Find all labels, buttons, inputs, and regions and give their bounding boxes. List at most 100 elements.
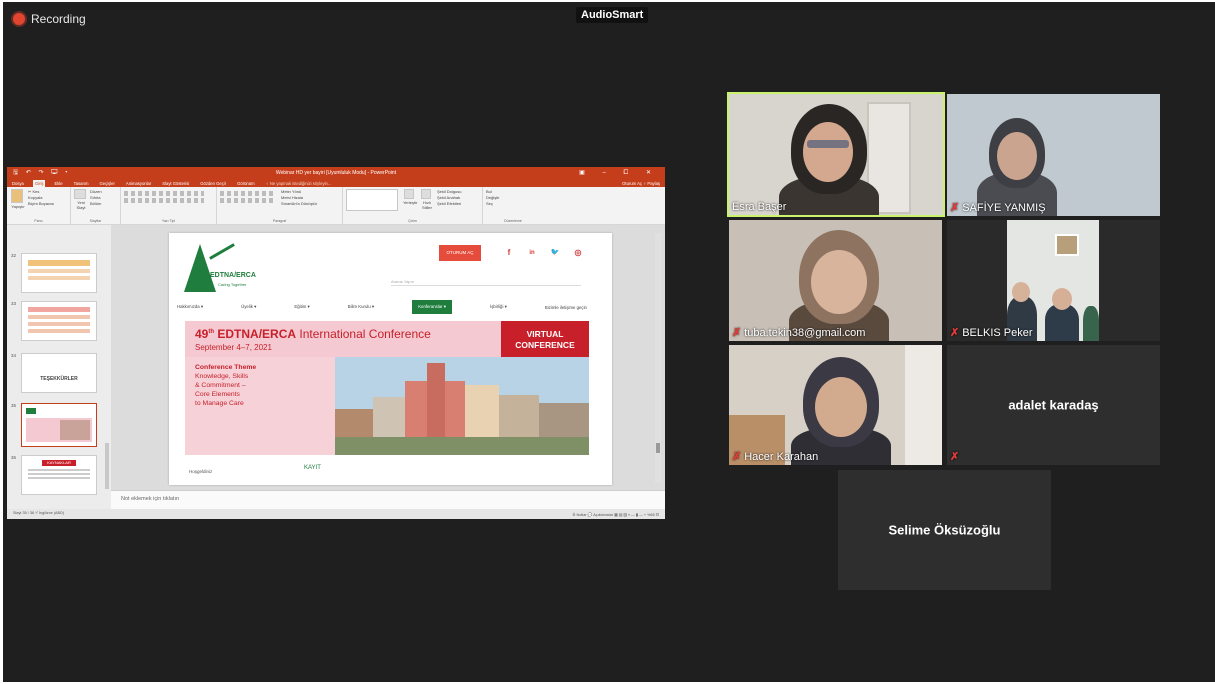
paste-icon[interactable] [11,189,23,203]
thumb-number: 33 [11,301,17,306]
account-share[interactable]: Oturum Aç ♀ Paylaş [620,180,662,187]
slide-canvas[interactable]: EDTNA/ERCA Caring Together OTURUM AÇ f i… [169,233,612,485]
thumb-number: 36 [11,455,17,460]
shape-effects-button[interactable]: Şekil Efektleri [437,201,461,207]
nav-item-cooperation[interactable]: İşbirliği ▾ [490,304,507,310]
tab-slayt-gosterisi[interactable]: Slayt Gösterisi [160,180,191,187]
notes-pane[interactable]: Not eklemek için tıklatın [111,490,665,509]
muted-mic-icon: ✗ [950,202,960,214]
slide-thumbnail-34[interactable]: TEŞEKKÜRLER [21,353,97,393]
slide-thumbnail-35[interactable] [21,403,97,447]
thumb-number: 34 [11,353,17,358]
quick-styles-icon[interactable] [421,189,431,199]
search-input[interactable]: Arama Yapın [391,279,414,284]
thumb-number: 35 [11,403,17,408]
register-link[interactable]: KAYIT [304,465,321,471]
logo-tagline: Caring Together [218,282,247,287]
participant-tile-selime[interactable]: Selime Öksüzoğlu [838,470,1051,590]
status-right[interactable]: ≜ Notlar 💬 Açıklamalar ▦ ▤ ▥ ▿ — ▮ — + %… [572,512,659,517]
twitter-icon[interactable]: 🐦 [548,246,562,260]
ribbon-group-slides: Yeni Slayt Düzen Sıfırla Bölüm Slaytlar [71,187,121,224]
window-controls[interactable]: ▣ – ⧠ ✕ [579,169,659,177]
muted-mic-icon: ✗ [732,327,742,339]
participant-tile-esra[interactable]: Esra Başer [727,92,945,217]
slide-thumbnail-36[interactable]: KAYNAKLAR [21,455,97,495]
tab-animasyonlar[interactable]: Animasyonlar [124,180,153,187]
ribbon-group-clipboard: Yapıştır ✂ Kes Kopyala Biçim Boyacısı Pa… [7,187,71,224]
conference-theme: Conference Theme Knowledge, Skills & Com… [195,364,257,407]
virtual-conference-badge: VIRTUAL CONFERENCE [501,321,589,359]
linkedin-icon[interactable]: in [525,246,539,260]
logo-name: EDTNA/ERCA [210,272,256,279]
recording-indicator: Recording [13,12,86,26]
slide-thumbnail-pane: 32 33 34 TEŞEKKÜRLER 35 36 KAYNAKLAR [7,225,111,509]
tab-gozden-gecir[interactable]: Gözden Geçir [198,180,228,187]
conference-banner[interactable]: 49th EDTNA/ERCA International Conference… [185,321,589,455]
tab-ekle[interactable]: Ekle [52,180,64,187]
select-button[interactable]: Seç [486,201,540,207]
meeting-stage: Recording AudioSmart 🖫 ↶ ↷ 🖵 ▾ Webinar H… [3,2,1215,682]
slide-thumbnail-33[interactable] [21,301,97,341]
participant-mic: ✗ [950,450,959,463]
ribbon-group-label: Çizim [408,219,417,223]
thumb-number: 32 [11,253,17,258]
ribbon-group-paragraph: Metin Yönü Metni Hizala SmartArt'a Dönüş… [217,187,343,224]
tab-dosya[interactable]: Dosya [10,180,26,187]
muted-mic-icon: ✗ [950,327,960,339]
nav-item-science[interactable]: Bilim Kurulu ▾ [348,304,374,310]
ribbon-group-label: Paragraf [272,219,287,223]
new-slide-icon[interactable] [74,189,86,199]
format-painter-button[interactable]: Biçim Boyacısı [28,201,54,207]
facebook-icon[interactable]: f [502,246,516,260]
tab-giris[interactable]: Giriş [32,180,46,187]
shapes-gallery[interactable] [346,189,398,211]
nav-item-about[interactable]: Hakkımızda ▾ [177,304,203,310]
status-left: Slayt 35 / 36 🗈 İngilizce (ABD) [13,511,65,515]
arrange-button[interactable]: Yerleştir [403,200,417,205]
banner-title: 49th EDTNA/ERCA International Conference [195,327,431,341]
recording-label: Recording [31,12,86,26]
slide-thumbnail-32[interactable] [21,253,97,293]
ribbon-group-label: Slaytlar [89,219,102,223]
ribbon-tabs: Dosya Giriş Ekle Tasarım Geçişler Animas… [7,178,665,187]
participant-name: ✗ tuba.tekin38@gmail.com [732,326,866,340]
powerpoint-titlebar: 🖫 ↶ ↷ 🖵 ▾ Webinar HD yer bayiri [Uyumlul… [7,167,665,178]
nav-item-education[interactable]: Eğitim ▾ [294,304,309,310]
participant-tile-tuba[interactable]: ✗ tuba.tekin38@gmail.com [729,220,942,341]
tab-tasarim[interactable]: Tasarım [72,180,91,187]
nav-item-contact[interactable]: Bizimle iletişime geçin [545,305,587,310]
recording-icon [13,13,25,25]
thumbnail-scrollbar[interactable] [105,443,109,489]
participant-tile-adalet[interactable]: adalet karadaş ✗ [947,345,1160,465]
welcome-text: Hoşgeldiniz [189,469,213,474]
new-slide-button[interactable]: Yeni Slayt [74,200,88,210]
edtna-logo: EDTNA/ERCA Caring Together [184,243,276,294]
logo-icon [184,244,216,292]
arrange-icon[interactable] [404,189,414,199]
participant-tile-belkis[interactable]: ✗ BELKIS Peker [947,220,1160,341]
login-button[interactable]: OTURUM AÇ [439,245,481,261]
tab-gorunum[interactable]: Görünüm [235,180,256,187]
participant-name-center: Selime Öksüzoğlu [888,522,1001,538]
participant-tile-hacer[interactable]: ✗ Hacer Karahan [729,345,942,465]
ljubljana-city-image [335,357,589,455]
section-button[interactable]: Bölüm [90,201,102,207]
slide-scrollbar[interactable] [655,233,661,483]
ribbon-group-label: Pano [34,219,43,223]
paste-button[interactable]: Yapıştır [10,204,26,209]
instagram-icon[interactable]: ◎ [571,246,585,260]
ribbon-group-label: Yazı Tipi [161,219,176,223]
nav-item-conferences[interactable]: Konferanslar ▾ [412,300,452,314]
tell-me-box[interactable]: ♀ Ne yapmak istediğinizi söyleyin... [264,180,334,187]
participant-video [1007,220,1099,341]
participant-name: ✗ Hacer Karahan [732,450,819,464]
quick-styles-button[interactable]: Hızlı Stiller [420,200,434,210]
quick-access-toolbar[interactable]: 🖫 ↶ ↷ 🖵 ▾ [13,168,70,178]
participant-tile-safiye[interactable]: ✗ SAFİYE YANMIŞ [947,94,1160,216]
nav-item-membership[interactable]: Üyelik ▾ [241,304,256,310]
participant-name-center: adalet karadaş [1008,397,1099,413]
tab-gecisler[interactable]: Geçişler [98,180,117,187]
site-nav: Hakkımızda ▾ Üyelik ▾ Eğitim ▾ Bilim Kur… [177,299,587,315]
scrollbar-thumb[interactable] [656,443,660,453]
smartart-button[interactable]: SmartArt'a Dönüştür [281,201,317,207]
